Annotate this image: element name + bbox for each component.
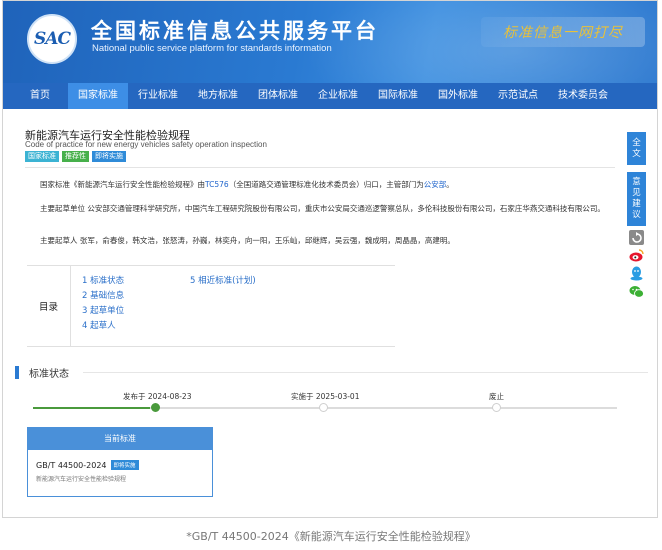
wechat-icon[interactable] xyxy=(629,284,644,299)
weibo-icon[interactable] xyxy=(629,248,644,263)
standard-title-en: Code of practice for new energy vehicles… xyxy=(25,140,267,149)
toc-item-basic-info[interactable]: 2 基础信息 xyxy=(82,289,124,301)
status-section-title: 标准状态 xyxy=(15,365,69,380)
main-content: 新能源汽车运行安全性能检验规程 Code of practice for new… xyxy=(3,109,657,517)
nav-enterprise-standard[interactable]: 企业标准 xyxy=(308,83,368,109)
nav-tech-committee[interactable]: 技术委员会 xyxy=(548,83,618,109)
slogan-text: 标准信息一网打尽 xyxy=(503,25,623,41)
browser-frame: SAC 全国标准信息公共服务平台 National public service… xyxy=(2,0,658,518)
fulltext-char-1: 全 xyxy=(632,138,641,148)
timeline-dot-published xyxy=(151,403,160,412)
main-nav: 首页 国家标准 行业标准 地方标准 团体标准 企业标准 国际标准 国外标准 示范… xyxy=(3,83,657,109)
timeline-effective: 实施于 2025-03-01 xyxy=(291,392,360,401)
site-header: SAC 全国标准信息公共服务平台 National public service… xyxy=(3,1,657,83)
timeline-abolished: 废止 xyxy=(489,392,504,401)
toc-item-similar-standards[interactable]: 5 相近标准(计划) xyxy=(190,274,256,286)
qq-icon[interactable] xyxy=(629,266,644,281)
nav-industry-standard[interactable]: 行业标准 xyxy=(128,83,188,109)
drafting-units: 主要起草单位 公安部交通管理科学研究所，中国汽车工程研究院股份有限公司，重庆市公… xyxy=(40,204,605,213)
tc576-link[interactable]: TC576 xyxy=(205,180,229,189)
nav-group-standard[interactable]: 团体标准 xyxy=(248,83,308,109)
tag-recommended: 推荐性 xyxy=(62,151,89,162)
feedback-char-3: 建 xyxy=(632,199,641,209)
desc-text-b: （全国道路交通管理标准化技术委员会）归口，主管部门为 xyxy=(228,180,424,189)
current-standard-card[interactable]: 当前标准 GB/T 44500-2024 即将实施 新能源汽车运行安全性能检验规… xyxy=(27,427,213,497)
feedback-char-4: 议 xyxy=(632,210,641,220)
card-standard-name: 新能源汽车运行安全性能检验规程 xyxy=(36,476,127,483)
sac-logo[interactable]: SAC xyxy=(27,14,77,64)
toc-item-drafters[interactable]: 4 起草人 xyxy=(82,319,116,331)
status-badge: 即将实施 xyxy=(110,460,139,470)
fulltext-button[interactable]: 全 文 xyxy=(627,132,646,165)
timeline-dot-abolished xyxy=(492,403,501,412)
tag-national: 国家标准 xyxy=(25,151,59,162)
drafters: 主要起草人 张军，俞春俊，韩文浩，张怒涛，孙巍，林奕舟，向一阳，王乐屾，邱继辉，… xyxy=(40,236,455,245)
nav-home[interactable]: 首页 xyxy=(3,83,68,109)
site-subtitle: National public service platform for sta… xyxy=(92,43,332,54)
toc-item-status[interactable]: 1 标准状态 xyxy=(82,274,124,286)
timeline-progress xyxy=(33,407,150,409)
nav-national-standard[interactable]: 国家标准 xyxy=(68,83,128,109)
share-icon[interactable] xyxy=(629,230,644,245)
description-paragraph: 国家标准《新能源汽车运行安全性能检验规程》由TC576（全国道路交通管理标准化技… xyxy=(25,179,615,191)
image-caption: *GB/T 44500-2024《新能源汽车运行安全性能检验规程》 xyxy=(186,530,476,543)
fulltext-char-2: 文 xyxy=(632,149,641,159)
dept-link[interactable]: 公安部 xyxy=(424,180,447,189)
standard-code: GB/T 44500-2024 xyxy=(36,460,107,470)
toc-label: 目录 xyxy=(27,266,71,346)
slogan-banner: 标准信息一网打尽 xyxy=(481,17,645,47)
card-code-row: GB/T 44500-2024 即将实施 xyxy=(36,460,139,470)
nav-foreign-standard[interactable]: 国外标准 xyxy=(428,83,488,109)
card-header: 当前标准 xyxy=(28,428,212,450)
tag-upcoming: 即将实施 xyxy=(92,151,126,162)
feedback-button[interactable]: 意 见 建 议 xyxy=(627,172,646,226)
timeline-published: 发布于 2024-08-23 xyxy=(123,392,192,401)
feedback-char-2: 见 xyxy=(632,188,641,198)
section-divider xyxy=(83,372,648,373)
divider xyxy=(25,167,615,168)
nav-pilot[interactable]: 示范试点 xyxy=(488,83,548,109)
feedback-char-1: 意 xyxy=(632,177,641,187)
logo-text: SAC xyxy=(34,29,71,49)
standard-tags: 国家标准 推荐性 即将实施 xyxy=(25,151,126,162)
nav-international-standard[interactable]: 国际标准 xyxy=(368,83,428,109)
table-of-contents: 目录 1 标准状态 2 基础信息 3 起草单位 4 起草人 5 相近标准(计划) xyxy=(27,265,395,347)
section-marker xyxy=(15,366,19,379)
desc-text-a: 国家标准《新能源汽车运行安全性能检验规程》由 xyxy=(40,180,205,189)
nav-local-standard[interactable]: 地方标准 xyxy=(188,83,248,109)
timeline-dot-effective xyxy=(319,403,328,412)
toc-item-drafting-units[interactable]: 3 起草单位 xyxy=(82,304,124,316)
status-title-text: 标准状态 xyxy=(29,369,69,380)
desc-text-c: 。 xyxy=(446,180,454,189)
site-title: 全国标准信息公共服务平台 xyxy=(91,19,379,43)
